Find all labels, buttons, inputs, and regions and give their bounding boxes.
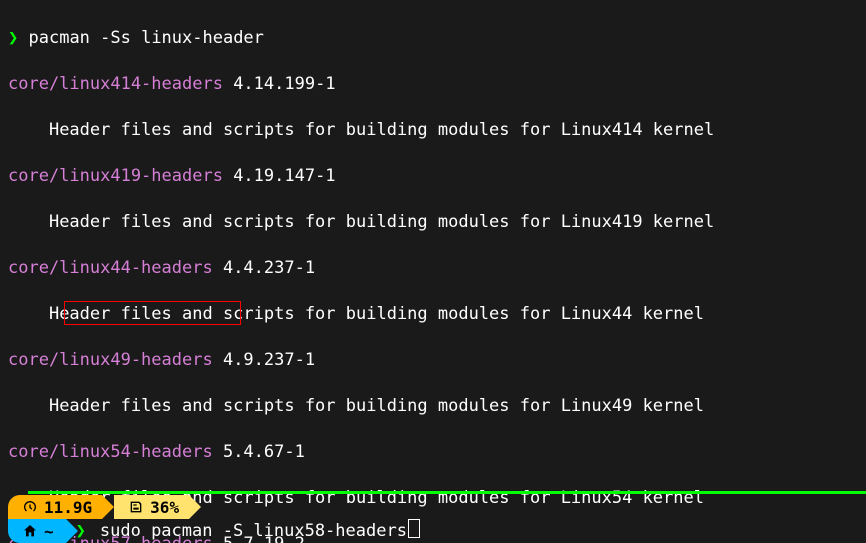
pkg-desc: Header files and scripts for building mo… [8, 119, 858, 142]
battery-chip: 36% [114, 495, 189, 519]
pkg-version: 4.4.237-1 [223, 258, 315, 278]
cwd-chip: ~ [8, 519, 66, 543]
pkg-desc: Header files and scripts for building mo… [8, 395, 858, 418]
pkg-desc: Header files and scripts for building mo… [8, 303, 858, 326]
pkg-version: 4.9.237-1 [223, 350, 315, 370]
pkg-desc: Header files and scripts for building mo… [8, 211, 858, 234]
cwd-value: ~ [44, 520, 56, 543]
battery-value: 36% [150, 496, 179, 519]
pkg-path: core/linux49-headers [8, 350, 213, 370]
disk-value: 11.9G [44, 496, 92, 519]
command-input[interactable]: sudo pacman -S linux58-headers [100, 519, 420, 543]
status-bar: 11.9G 36% ~ ❯ sudo pacman -S linux58-hea… [0, 491, 866, 543]
prompt-symbol: ❯ [8, 27, 18, 50]
pkg-path: core/linux44-headers [8, 258, 213, 278]
gauge-icon [22, 499, 38, 515]
terminal-output[interactable]: ❯ pacman -Ss linux-header core/linux414-… [0, 0, 866, 543]
command-text: pacman -Ss linux-header [29, 27, 264, 50]
cursor [408, 519, 420, 538]
pkg-version: 4.14.199-1 [233, 74, 335, 94]
pkg-path: core/linux419-headers [8, 166, 223, 186]
separator-line [28, 491, 866, 494]
pkg-path: core/linux54-headers [8, 442, 213, 462]
home-icon [22, 523, 38, 539]
pkg-version: 4.19.147-1 [233, 166, 335, 186]
pkg-version: 5.4.67-1 [223, 442, 305, 462]
disk-chip: 11.9G [8, 495, 102, 519]
pkg-path: core/linux414-headers [8, 74, 223, 94]
disk-icon [128, 499, 144, 515]
